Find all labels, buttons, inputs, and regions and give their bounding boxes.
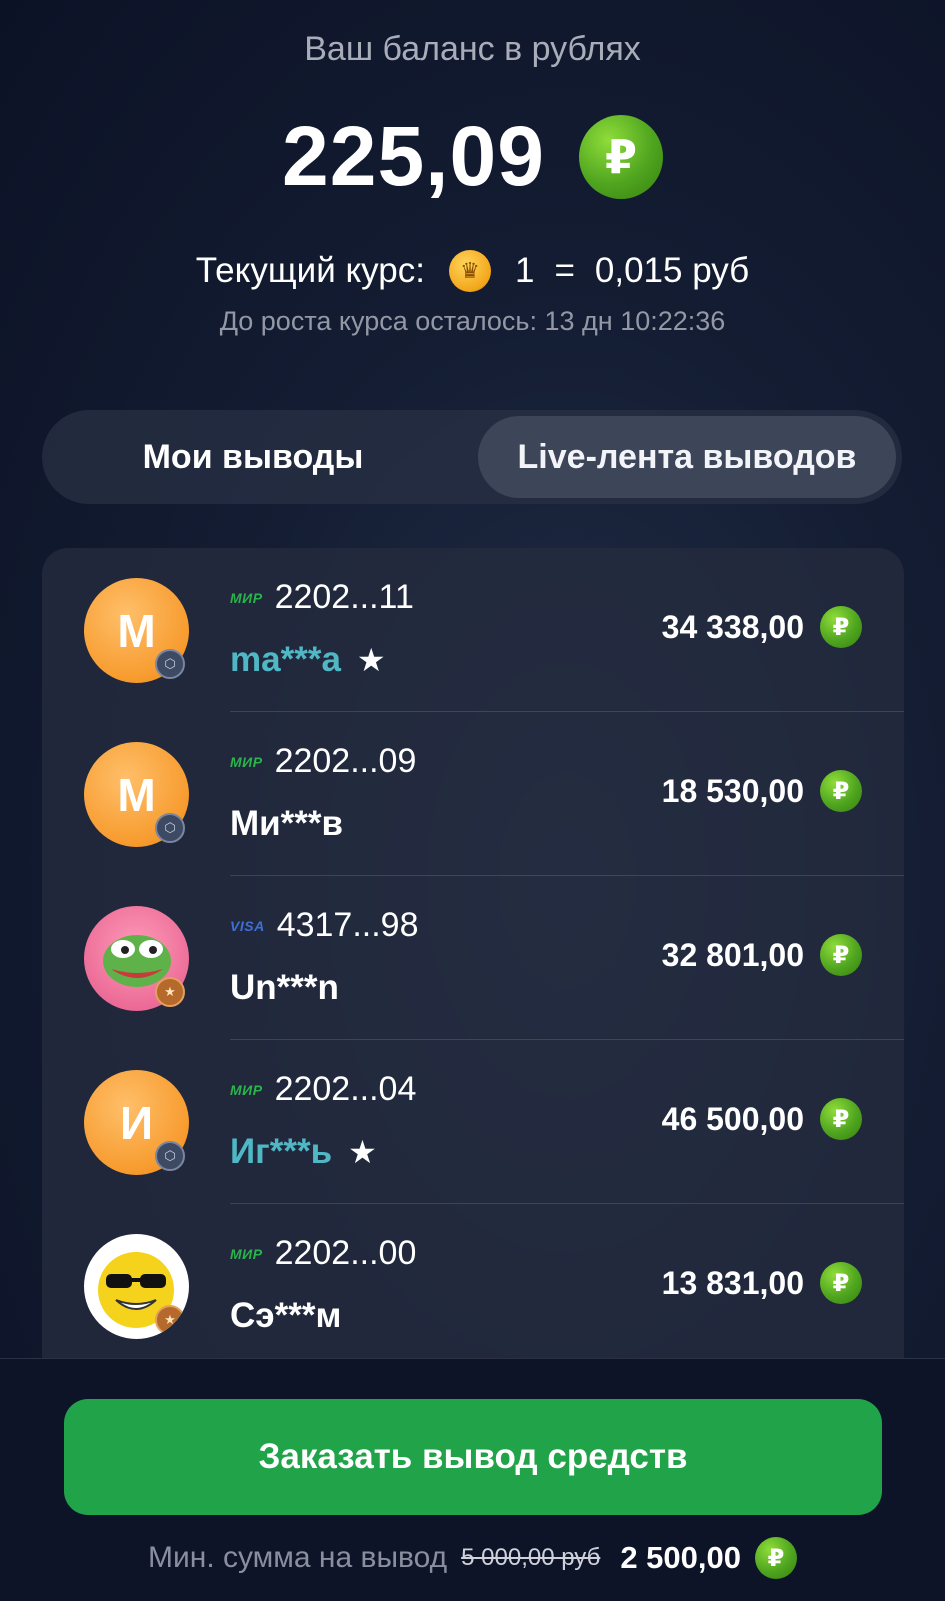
balance-amount: 225,09: [282, 109, 545, 203]
card-number: 2202...04: [274, 1070, 417, 1108]
ruble-coin-icon: ₽: [820, 1098, 862, 1140]
card-number: 4317...98: [276, 906, 419, 944]
rate-label: Текущий курс:: [195, 251, 425, 290]
rank-badge-icon: ⬡: [155, 1141, 185, 1171]
user-name: Сэ***м: [230, 1296, 342, 1335]
star-icon: ★: [356, 642, 386, 678]
list-item[interactable]: ★ VISA 4317...98 Un***n 32 801,00 ₽: [42, 876, 904, 1040]
min-amount-old: 5 000,00 руб: [461, 1544, 601, 1571]
mir-logo-icon: МИР: [230, 1245, 263, 1262]
card-number: 2202...11: [274, 578, 414, 616]
rank-badge-icon: ★: [155, 977, 185, 1007]
avatar: ★: [84, 906, 189, 1011]
user-name: Un***n: [230, 968, 339, 1007]
ruble-coin-icon: ₽: [820, 1262, 862, 1304]
rate-countdown: До роста курса осталось: 13 дн 10:22:36: [219, 306, 726, 336]
exchange-rate: Текущий курс: ♛ 1 = 0,015 руб: [0, 250, 945, 292]
tab-my-withdrawals[interactable]: Мои выводы: [48, 416, 458, 498]
ruble-coin-icon: ₽: [820, 606, 862, 648]
avatar: M ⬡: [84, 742, 189, 847]
min-withdrawal-info: Мин. сумма на вывод 5 000,00 руб 2 500,0…: [0, 1537, 945, 1579]
order-withdrawal-button[interactable]: Заказать вывод средств: [64, 1399, 882, 1515]
withdrawal-amount: 32 801,00: [661, 936, 804, 973]
list-item[interactable]: И ⬡ МИР 2202...04 Иг***ь ★ 46 500,00 ₽: [42, 1040, 904, 1204]
mir-logo-icon: МИР: [230, 1081, 263, 1098]
balance-caption: Ваш баланс в рублях: [304, 30, 641, 68]
rank-badge-icon: ⬡: [155, 813, 185, 843]
visa-logo-icon: VISA: [230, 917, 265, 934]
list-item[interactable]: M ⬡ МИР 2202...11 ma***a ★ 34 338,00 ₽: [42, 548, 904, 712]
rate-coin-amount: 1: [514, 251, 535, 290]
rank-badge-icon: ★: [155, 1305, 185, 1335]
balance-row: 225,09 ₽: [0, 108, 945, 205]
min-amount-label: Мин. сумма на вывод: [148, 1541, 448, 1574]
withdrawal-amount: 13 831,00: [661, 1264, 804, 1301]
rate-value: 0,015 руб: [594, 251, 750, 290]
list-item[interactable]: ★ МИР 2202...00 Сэ***м 13 831,00 ₽: [42, 1204, 904, 1368]
withdrawal-amount: 18 530,00: [661, 772, 804, 809]
ruble-coin-icon: ₽: [578, 114, 663, 199]
user-name: ma***a: [230, 640, 341, 679]
rate-equals: =: [554, 251, 575, 290]
card-number: 2202...09: [274, 742, 417, 780]
min-amount-new: 2 500,00: [620, 1540, 741, 1575]
user-name: Ми***в: [230, 804, 344, 843]
list-item[interactable]: M ⬡ МИР 2202...09 Ми***в 18 530,00 ₽: [42, 712, 904, 876]
withdrawal-amount: 34 338,00: [661, 608, 804, 645]
tab-live-feed[interactable]: Live-лента выводов: [478, 416, 896, 498]
ruble-coin-icon: ₽: [820, 934, 862, 976]
mir-logo-icon: МИР: [230, 753, 263, 770]
card-number: 2202...00: [274, 1234, 417, 1272]
avatar: И ⬡: [84, 1070, 189, 1175]
ruble-coin-icon: ₽: [755, 1537, 797, 1579]
withdrawal-list: M ⬡ МИР 2202...11 ma***a ★ 34 338,00 ₽ M…: [42, 548, 904, 1368]
user-name: Иг***ь: [230, 1132, 333, 1171]
avatar: ★: [84, 1234, 189, 1339]
gold-coin-icon: ♛: [448, 250, 491, 292]
bottom-panel: Заказать вывод средств Мин. сумма на выв…: [0, 1358, 945, 1601]
avatar: M ⬡: [84, 578, 189, 683]
withdrawal-amount: 46 500,00: [661, 1100, 804, 1137]
rank-badge-icon: ⬡: [155, 649, 185, 679]
mir-logo-icon: МИР: [230, 589, 263, 606]
star-icon: ★: [348, 1134, 377, 1170]
withdrawal-tabs: Мои выводы Live-лента выводов: [42, 410, 902, 504]
ruble-coin-icon: ₽: [820, 770, 862, 812]
